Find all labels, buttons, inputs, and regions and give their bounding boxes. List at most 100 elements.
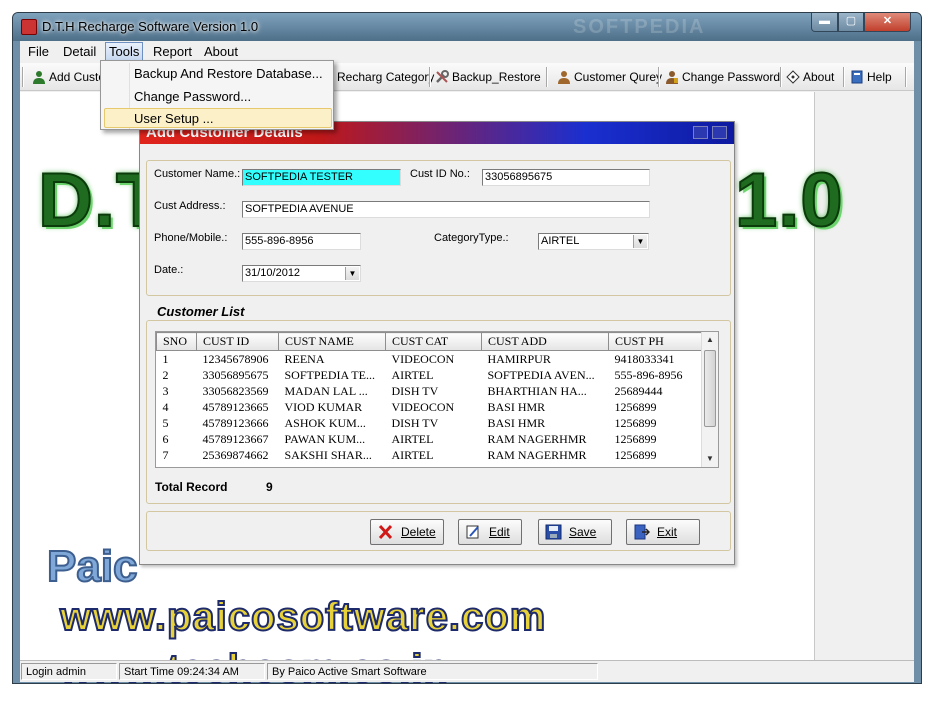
table-cell: BASI HMR (487, 400, 546, 414)
chevron-down-icon[interactable]: ▼ (345, 267, 359, 280)
exit-label: Exit (657, 525, 678, 539)
recharge-category-button[interactable]: Recharg Category (337, 67, 434, 87)
table-cell: SOFTPEDIA AVEN... (487, 368, 595, 382)
exit-button[interactable]: Exit (626, 519, 700, 545)
table-cell: 3 (162, 384, 169, 398)
table-cell: 1256899 (614, 416, 657, 430)
url-paicosoftware: www.paicosoftware.com (59, 594, 547, 640)
table-header-row: SNO CUST ID CUST NAME CUST CAT CUST ADD … (156, 332, 704, 351)
customer-list-title: Customer List (157, 304, 245, 319)
exit-door-icon (634, 524, 650, 540)
scroll-down-icon[interactable]: ▼ (702, 451, 718, 467)
minimize-icon: ▬ (819, 15, 830, 27)
cust-address-input[interactable]: SOFTPEDIA AVENUE (242, 201, 650, 218)
toolbar-separator (780, 67, 782, 87)
change-password-button[interactable]: Change Password (665, 67, 780, 87)
phone-input[interactable]: 555-896-8956 (242, 233, 361, 250)
backup-restore-label: Backup_Restore (452, 70, 541, 84)
grid-scrollbar[interactable]: ▲ ▼ (701, 332, 718, 467)
table-row[interactable]: 2 33056895675 SOFTPEDIA TE... AIRTEL SOFTPED… (157, 367, 704, 383)
maximize-button[interactable]: ▢ (838, 13, 864, 32)
table-row[interactable]: 7 25369874662 SAKSHI SHAR... AIRTEL RAM NAGE… (157, 447, 704, 463)
table-cell: 555-896-8956 (614, 368, 683, 382)
maximize-icon: ▢ (845, 15, 857, 27)
table-cell: SOFTPEDIA TE... (284, 368, 375, 382)
table-cell: 1256899 (614, 432, 657, 446)
table-cell: 1256899 (614, 400, 657, 414)
table-row[interactable]: 5 45789123666 ASHOK KUM... DISH TV BASI HMR 1… (157, 415, 704, 431)
scroll-up-icon[interactable]: ▲ (702, 332, 718, 348)
delete-button[interactable]: Delete (370, 519, 444, 545)
cust-id-label: Cust ID No.: (410, 168, 470, 180)
form-minimize-button[interactable] (693, 126, 708, 139)
table-cell: 8 (157, 463, 197, 467)
save-disk-icon (545, 524, 562, 540)
save-button[interactable]: Save (538, 519, 612, 545)
menu-file[interactable]: File (28, 44, 49, 59)
tools-dropdown-menu: Backup And Restore Database... Change Pa… (100, 60, 334, 130)
cust-id-input[interactable]: 33056895675 (482, 169, 650, 186)
menu-detail[interactable]: Detail (63, 44, 96, 59)
menu-about[interactable]: About (204, 44, 238, 59)
table-cell: DISH TV (391, 416, 439, 430)
edit-button[interactable]: Edit (458, 519, 522, 545)
column-header-cust-ph[interactable]: CUST PH (608, 332, 704, 351)
table-cell: 1256899 (614, 448, 657, 462)
help-button[interactable]: Help (850, 67, 892, 87)
table-row[interactable]: 1 12345678906 REENA VIDEOCON HAMIRPUR 9418033… (157, 351, 704, 368)
user-icon (558, 71, 570, 84)
scroll-thumb[interactable] (704, 350, 716, 427)
category-select[interactable]: AIRTEL ▼ (538, 233, 649, 250)
change-password-label: Change Password (682, 70, 781, 84)
about-button[interactable]: About (786, 67, 834, 87)
table-cell: 5 (162, 416, 169, 430)
menu-item-user-setup[interactable]: User Setup ... (134, 111, 213, 126)
save-label: Save (569, 525, 597, 539)
form-close-button[interactable] (712, 126, 727, 139)
customer-name-input[interactable]: SOFTPEDIA TESTER (242, 169, 401, 186)
column-header-cust-add[interactable]: CUST ADD (481, 332, 609, 351)
help-label: Help (867, 70, 892, 84)
add-customer-button[interactable]: Add Custo (32, 67, 105, 87)
tools-icon (436, 70, 449, 83)
table-cell: MADAN LAL ... (284, 384, 368, 398)
close-button[interactable]: ✕ (864, 13, 911, 32)
menu-tools[interactable]: Tools (105, 42, 144, 61)
menu-item-backup-restore[interactable]: Backup And Restore Database... (134, 66, 323, 81)
title-bar[interactable]: D.T.H Recharge Software Version 1.0 SOFT… (13, 13, 921, 41)
menu-report[interactable]: Report (153, 44, 192, 59)
delete-label: Delete (401, 525, 436, 539)
column-header-cust-name[interactable]: CUST NAME (278, 332, 386, 351)
table-row[interactable]: 6 45789123667 PAWAN KUM... AIRTEL RAM NAGERH… (157, 431, 704, 447)
column-header-cust-cat[interactable]: CUST CAT (385, 332, 482, 351)
chevron-down-icon[interactable]: ▼ (633, 235, 647, 248)
date-picker[interactable]: 31/10/2012 ▼ (242, 265, 361, 282)
table-cell: AIRTEL (391, 432, 434, 446)
table-cell: AIRTEL (391, 368, 434, 382)
table-cell: 6 (162, 432, 169, 446)
backup-restore-button[interactable]: Backup_Restore (435, 67, 541, 87)
status-login: Login admin (21, 663, 117, 680)
category-select-value: AIRTEL (541, 235, 580, 247)
table-cell: PAWAN KUM... (284, 432, 366, 446)
status-start-time: Start Time 09:24:34 AM (119, 663, 265, 680)
customer-grid[interactable]: SNO CUST ID CUST NAME CUST CAT CUST ADD … (155, 331, 719, 468)
table-cell: 9418033341 (614, 352, 675, 366)
toolbar-separator (429, 67, 431, 87)
table-cell: 4 (162, 400, 169, 414)
date-picker-value: 31/10/2012 (245, 267, 301, 279)
table-cell: RAM NAGERHMR (487, 448, 587, 462)
toolbar-separator (658, 67, 660, 87)
minimize-button[interactable]: ▬ (811, 13, 838, 32)
table-row[interactable]: 825369874667REENA SHAR...AIRTELRAM NAGER… (157, 463, 704, 467)
customer-query-button[interactable]: Customer Qurey (557, 67, 662, 87)
menu-item-change-password[interactable]: Change Password... (134, 89, 251, 104)
column-header-cust-id[interactable]: CUST ID (196, 332, 279, 351)
table-row[interactable]: 4 45789123665 VIOD KUMAR VIDEOCON BASI HMR 12… (157, 399, 704, 415)
table-cell: RAM NAGERHMR (487, 432, 587, 446)
toolbar-grip (22, 67, 24, 87)
column-header-sno[interactable]: SNO (156, 332, 197, 351)
toolbar-separator (843, 67, 845, 87)
table-row[interactable]: 3 33056823569 MADAN LAL ... DISH TV BHARTHIA… (157, 383, 704, 399)
status-bar: Login admin Start Time 09:24:34 AM By Pa… (20, 660, 914, 682)
